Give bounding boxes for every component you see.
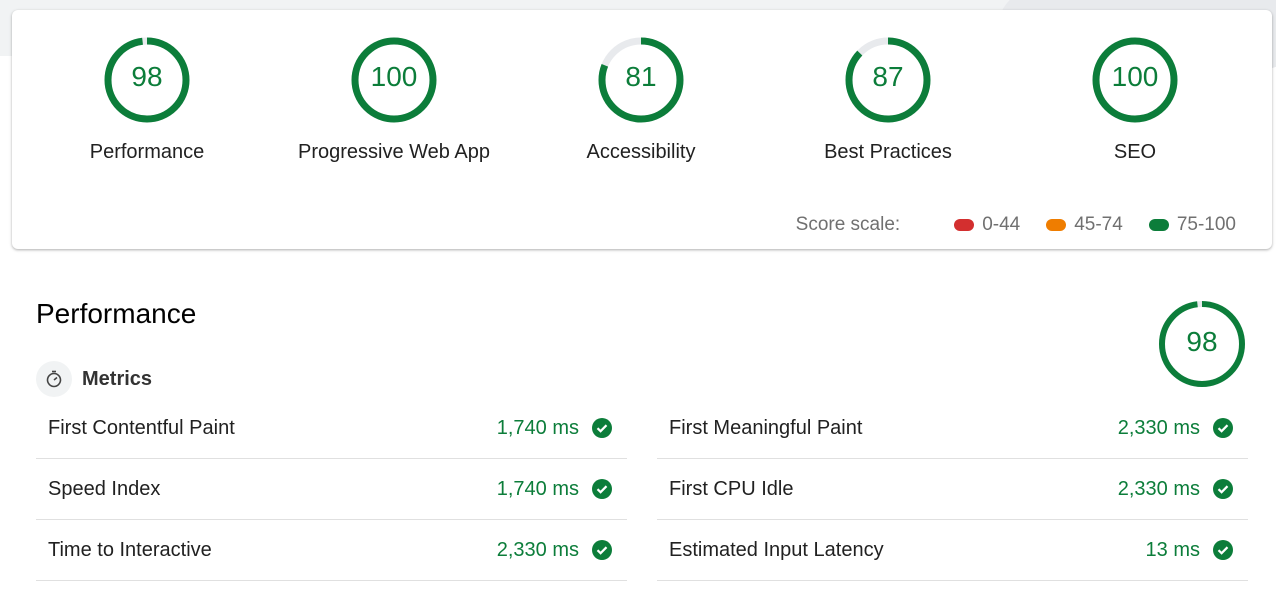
scale-range-label: 75-100 (1176, 214, 1236, 235)
metric-value: 1,740 ms (496, 477, 579, 500)
metric-row: Time to Interactive 2,330 ms (36, 520, 627, 581)
average-swatch (1046, 219, 1067, 231)
metric-name: Time to Interactive (48, 538, 212, 561)
gauge-ring: 100 (1090, 35, 1180, 125)
metric-value: 2,330 ms (1117, 416, 1200, 439)
gauge-pwa[interactable]: 100 Progressive Web App (274, 35, 514, 164)
gauge-score: 81 (625, 61, 657, 92)
gauge-score: 87 (872, 61, 904, 92)
gauge-seo[interactable]: 100 SEO (1015, 35, 1255, 164)
gauge-accessibility[interactable]: 81 Accessibility (521, 35, 761, 164)
metric-row: First Contentful Paint 1,740 ms (36, 398, 627, 459)
pass-swatch (1148, 219, 1169, 231)
metrics-right-column: First Meaningful Paint 2,330 ms First CP… (657, 398, 1248, 581)
metric-value: 13 ms (1145, 538, 1200, 561)
gauge-score: 98 (131, 61, 163, 92)
metric-row: First CPU Idle 2,330 ms (657, 459, 1248, 520)
metrics-header: Metrics (36, 361, 152, 397)
metric-value: 1,740 ms (496, 416, 579, 439)
scale-range-label: 0-44 (982, 214, 1021, 235)
gauge-ring: 100 (349, 35, 439, 125)
metric-value: 2,330 ms (1117, 477, 1200, 500)
scale-range-label: 45-74 (1074, 214, 1123, 235)
gauge-performance[interactable]: 98 Performance (27, 35, 267, 164)
scale-range-fail: 0-44 (954, 214, 1020, 236)
scale-range-pass: 75-100 (1148, 214, 1236, 236)
pass-check-icon (592, 479, 612, 499)
pass-check-icon (592, 540, 612, 560)
gauge-ring: 81 (596, 35, 686, 125)
metric-value: 2,330 ms (496, 538, 579, 561)
score-scale-legend: Score scale: 0-44 45-74 75-100 (796, 214, 1236, 236)
gauge-label: Accessibility (586, 141, 696, 163)
performance-score-gauge: 98 (1158, 300, 1246, 388)
metric-row: First Meaningful Paint 2,330 ms (657, 398, 1248, 459)
metric-name: Speed Index (48, 477, 161, 500)
gauge-ring: 98 (102, 35, 192, 125)
metric-name: Estimated Input Latency (669, 538, 884, 561)
metric-row: Estimated Input Latency 13 ms (657, 520, 1248, 581)
metrics-label: Metrics (82, 367, 153, 390)
gauge-score: 98 (1186, 326, 1218, 357)
pass-check-icon (1213, 418, 1233, 438)
lighthouse-report: 98 Performance 100 Progressive Web App 8… (0, 0, 1276, 596)
metric-name: First Contentful Paint (48, 416, 235, 439)
metric-name: First CPU Idle (669, 477, 794, 500)
timer-icon (36, 361, 72, 397)
scores-summary-card: 98 Performance 100 Progressive Web App 8… (12, 10, 1272, 249)
scale-range-average: 45-74 (1046, 214, 1123, 236)
gauge-label: Performance (89, 141, 205, 163)
metric-row: Speed Index 1,740 ms (36, 459, 627, 520)
gauge-score: 100 (370, 61, 418, 92)
score-scale-title: Score scale: (795, 214, 901, 235)
gauge-label: Best Practices (824, 141, 952, 163)
pass-check-icon (1213, 479, 1233, 499)
fail-swatch (954, 219, 975, 231)
metric-name: First Meaningful Paint (669, 416, 863, 439)
gauge-best-practices[interactable]: 87 Best Practices (768, 35, 1008, 164)
gauge-score: 100 (1111, 61, 1159, 92)
performance-section-title: Performance (36, 298, 197, 329)
gauge-label: SEO (1113, 141, 1157, 163)
metrics-left-column: First Contentful Paint 1,740 ms Speed In… (36, 398, 627, 581)
pass-check-icon (1213, 540, 1233, 560)
pass-check-icon (592, 418, 612, 438)
gauge-label: Progressive Web App (298, 141, 490, 163)
gauge-ring: 87 (843, 35, 933, 125)
